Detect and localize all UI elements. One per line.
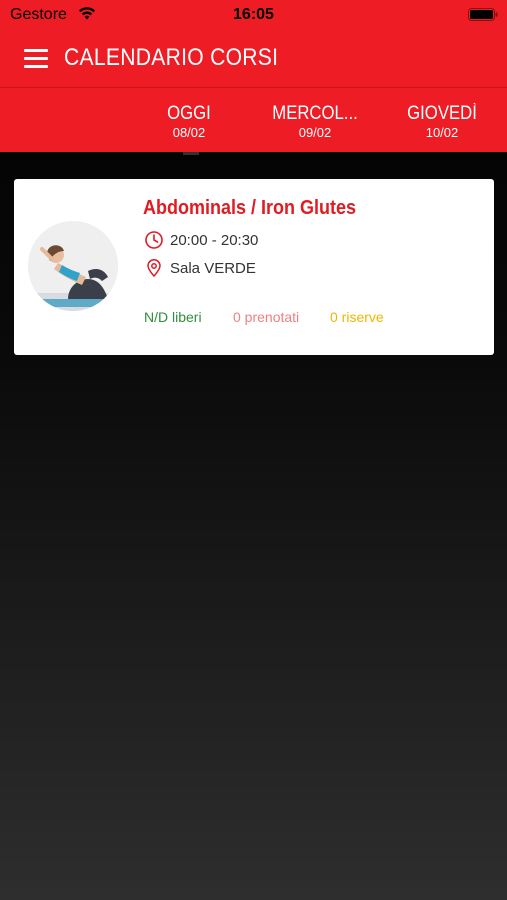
page-title: CALENDARIO CORSI [64,44,279,71]
tab-day-name: MERCOL... [272,103,358,124]
app-header: CALENDARIO CORSI [0,30,507,88]
day-tabs: OGGI 08/02 MERCOL... 09/02 GIOVEDÌ 10/02 [0,88,507,152]
booked-count-label: 0 prenotati [233,309,300,325]
clock-label: 16:05 [233,6,274,23]
battery-icon [468,8,498,21]
location-pin-icon [147,259,161,278]
selected-tab-indicator [183,152,199,155]
course-time: 20:00 - 20:30 [170,232,259,249]
course-room: Sala VERDE [170,260,256,277]
course-image [28,221,118,311]
course-title: Abdominals / Iron Glutes [143,197,357,219]
tab-day-name: OGGI [167,103,211,124]
tab-thursday[interactable]: GIOVEDÌ 10/02 [382,103,502,141]
tab-today[interactable]: OGGI 08/02 [129,103,249,141]
course-card[interactable]: Abdominals / Iron Glutes 20:00 - 20:30 S… [14,179,494,355]
woman-exercising-icon [28,221,118,311]
hamburger-menu-icon[interactable] [24,49,48,69]
reserves-count-label: 0 riserve [330,309,384,325]
tab-wednesday[interactable]: MERCOL... 09/02 [255,103,375,141]
free-spots-label: N/D liberi [144,309,202,325]
clock-icon [145,231,163,249]
tab-day-date: 10/02 [425,125,459,140]
tab-day-date: 08/02 [172,125,206,140]
tab-day-name: GIOVEDÌ [407,103,477,124]
tab-day-date: 09/02 [298,125,332,140]
status-bar: Gestore 16:05 [0,0,507,30]
